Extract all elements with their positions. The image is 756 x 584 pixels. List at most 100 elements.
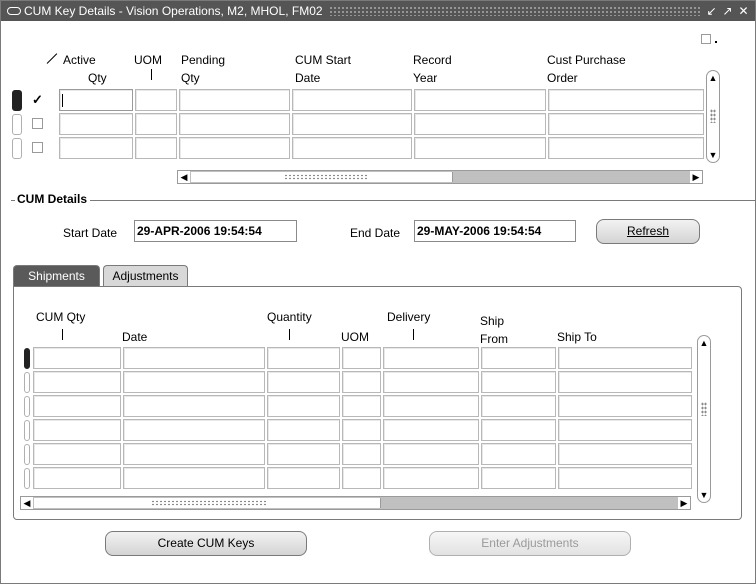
ship-to-cell[interactable] bbox=[558, 467, 692, 489]
ship-to-cell[interactable] bbox=[558, 395, 692, 417]
row-indicator-current[interactable] bbox=[12, 90, 22, 111]
end-date-field[interactable]: 29-MAY-2006 19:54:54 bbox=[414, 220, 576, 242]
date-cell[interactable] bbox=[123, 443, 265, 465]
ship-from-cell[interactable] bbox=[481, 419, 556, 441]
uom-cell[interactable] bbox=[342, 467, 381, 489]
delivery-cell[interactable] bbox=[383, 371, 479, 393]
ship-from-cell[interactable] bbox=[481, 467, 556, 489]
date-cell[interactable] bbox=[123, 347, 265, 369]
cum-start-date-cell[interactable] bbox=[292, 89, 412, 111]
cum-qty-cell[interactable] bbox=[33, 419, 121, 441]
uom-cell[interactable] bbox=[135, 113, 177, 135]
shipments-horizontal-scrollbar[interactable]: ◀ ▶ bbox=[20, 496, 691, 510]
minimize-icon[interactable]: ↙ bbox=[706, 4, 717, 18]
record-year-cell[interactable] bbox=[414, 137, 546, 159]
create-cum-keys-button[interactable]: Create CUM Keys bbox=[105, 531, 307, 556]
scroll-down-icon[interactable]: ▼ bbox=[698, 489, 710, 501]
uom-cell[interactable] bbox=[342, 347, 381, 369]
cum-start-date-cell[interactable] bbox=[292, 137, 412, 159]
ship-from-cell[interactable] bbox=[481, 443, 556, 465]
row-indicator-current[interactable] bbox=[24, 348, 30, 369]
scroll-up-icon[interactable]: ▲ bbox=[707, 72, 719, 84]
row-indicator[interactable] bbox=[24, 444, 30, 465]
delivery-cell[interactable] bbox=[383, 443, 479, 465]
date-cell[interactable] bbox=[123, 371, 265, 393]
ship-to-cell[interactable] bbox=[558, 419, 692, 441]
cust-purchase-order-cell[interactable] bbox=[548, 137, 704, 159]
refresh-button[interactable]: Refresh bbox=[596, 219, 700, 244]
cum-qty-cell[interactable] bbox=[33, 395, 121, 417]
top-table-vertical-scrollbar[interactable]: ▲ ▼ bbox=[706, 70, 720, 163]
tab-adjustments[interactable]: Adjustments bbox=[103, 265, 188, 287]
date-cell[interactable] bbox=[123, 419, 265, 441]
scroll-down-icon[interactable]: ▼ bbox=[707, 149, 719, 161]
ship-to-cell[interactable] bbox=[558, 371, 692, 393]
start-date-field[interactable]: 29-APR-2006 19:54:54 bbox=[134, 220, 297, 242]
title-bar[interactable]: CUM Key Details - Vision Operations, M2,… bbox=[1, 1, 755, 21]
cum-qty-cell[interactable] bbox=[33, 371, 121, 393]
row-indicator[interactable] bbox=[12, 138, 22, 159]
uom-cell[interactable] bbox=[135, 89, 177, 111]
tab-shipments[interactable]: Shipments bbox=[13, 265, 100, 287]
active-checkbox[interactable] bbox=[32, 142, 43, 153]
cum-qty-cell[interactable] bbox=[33, 347, 121, 369]
active-checkbox-checked[interactable]: ✓ bbox=[32, 93, 43, 106]
maximize-icon[interactable]: ↗ bbox=[722, 4, 733, 18]
uom-cell[interactable] bbox=[342, 443, 381, 465]
row-indicator[interactable] bbox=[24, 420, 30, 441]
delivery-cell[interactable] bbox=[383, 395, 479, 417]
scroll-up-icon[interactable]: ▲ bbox=[698, 337, 710, 349]
delivery-cell[interactable] bbox=[383, 467, 479, 489]
record-year-cell[interactable] bbox=[414, 89, 546, 111]
pending-qty-cell[interactable] bbox=[179, 113, 290, 135]
window-menu-icon[interactable] bbox=[7, 7, 21, 15]
record-year-cell[interactable] bbox=[414, 113, 546, 135]
pending-qty-cell[interactable] bbox=[179, 137, 290, 159]
folder-checkbox[interactable] bbox=[701, 34, 711, 44]
delivery-cell[interactable] bbox=[383, 347, 479, 369]
cum-start-date-cell[interactable] bbox=[292, 113, 412, 135]
scrollbar-grip[interactable] bbox=[284, 174, 368, 180]
ship-to-cell[interactable] bbox=[558, 443, 692, 465]
quantity-cell[interactable] bbox=[267, 347, 340, 369]
quantity-cell[interactable] bbox=[267, 419, 340, 441]
top-table-horizontal-scrollbar[interactable]: ◀ ▶ bbox=[177, 170, 703, 184]
quantity-cell[interactable] bbox=[267, 371, 340, 393]
scroll-right-icon[interactable]: ▶ bbox=[690, 171, 702, 183]
cum-qty-cell[interactable] bbox=[33, 443, 121, 465]
active-checkbox[interactable] bbox=[32, 118, 43, 129]
date-cell[interactable] bbox=[123, 395, 265, 417]
row-indicator[interactable] bbox=[24, 396, 30, 417]
active-qty-cell[interactable] bbox=[59, 137, 133, 159]
close-icon[interactable]: ✕ bbox=[738, 4, 749, 18]
uom-cell[interactable] bbox=[135, 137, 177, 159]
scroll-right-icon[interactable]: ▶ bbox=[678, 497, 690, 509]
scrollbar-grip[interactable] bbox=[710, 109, 716, 123]
quantity-cell[interactable] bbox=[267, 443, 340, 465]
scrollbar-grip[interactable] bbox=[701, 402, 707, 416]
active-qty-cell[interactable] bbox=[59, 89, 133, 111]
date-cell[interactable] bbox=[123, 467, 265, 489]
uom-cell[interactable] bbox=[342, 419, 381, 441]
enter-adjustments-button[interactable]: Enter Adjustments bbox=[429, 531, 631, 556]
cust-purchase-order-cell[interactable] bbox=[548, 113, 704, 135]
ship-from-cell[interactable] bbox=[481, 347, 556, 369]
uom-cell[interactable] bbox=[342, 395, 381, 417]
quantity-cell[interactable] bbox=[267, 395, 340, 417]
cum-qty-cell[interactable] bbox=[33, 467, 121, 489]
scroll-left-icon[interactable]: ◀ bbox=[178, 171, 190, 183]
quantity-cell[interactable] bbox=[267, 467, 340, 489]
delivery-cell[interactable] bbox=[383, 419, 479, 441]
row-indicator[interactable] bbox=[24, 468, 30, 489]
pending-qty-cell[interactable] bbox=[179, 89, 290, 111]
row-indicator[interactable] bbox=[24, 372, 30, 393]
row-indicator[interactable] bbox=[12, 114, 22, 135]
cust-purchase-order-cell[interactable] bbox=[548, 89, 704, 111]
shipments-vertical-scrollbar[interactable]: ▲ ▼ bbox=[697, 335, 711, 503]
ship-from-cell[interactable] bbox=[481, 371, 556, 393]
scroll-left-icon[interactable]: ◀ bbox=[21, 497, 33, 509]
scrollbar-grip[interactable] bbox=[151, 500, 267, 506]
uom-cell[interactable] bbox=[342, 371, 381, 393]
ship-to-cell[interactable] bbox=[558, 347, 692, 369]
ship-from-cell[interactable] bbox=[481, 395, 556, 417]
